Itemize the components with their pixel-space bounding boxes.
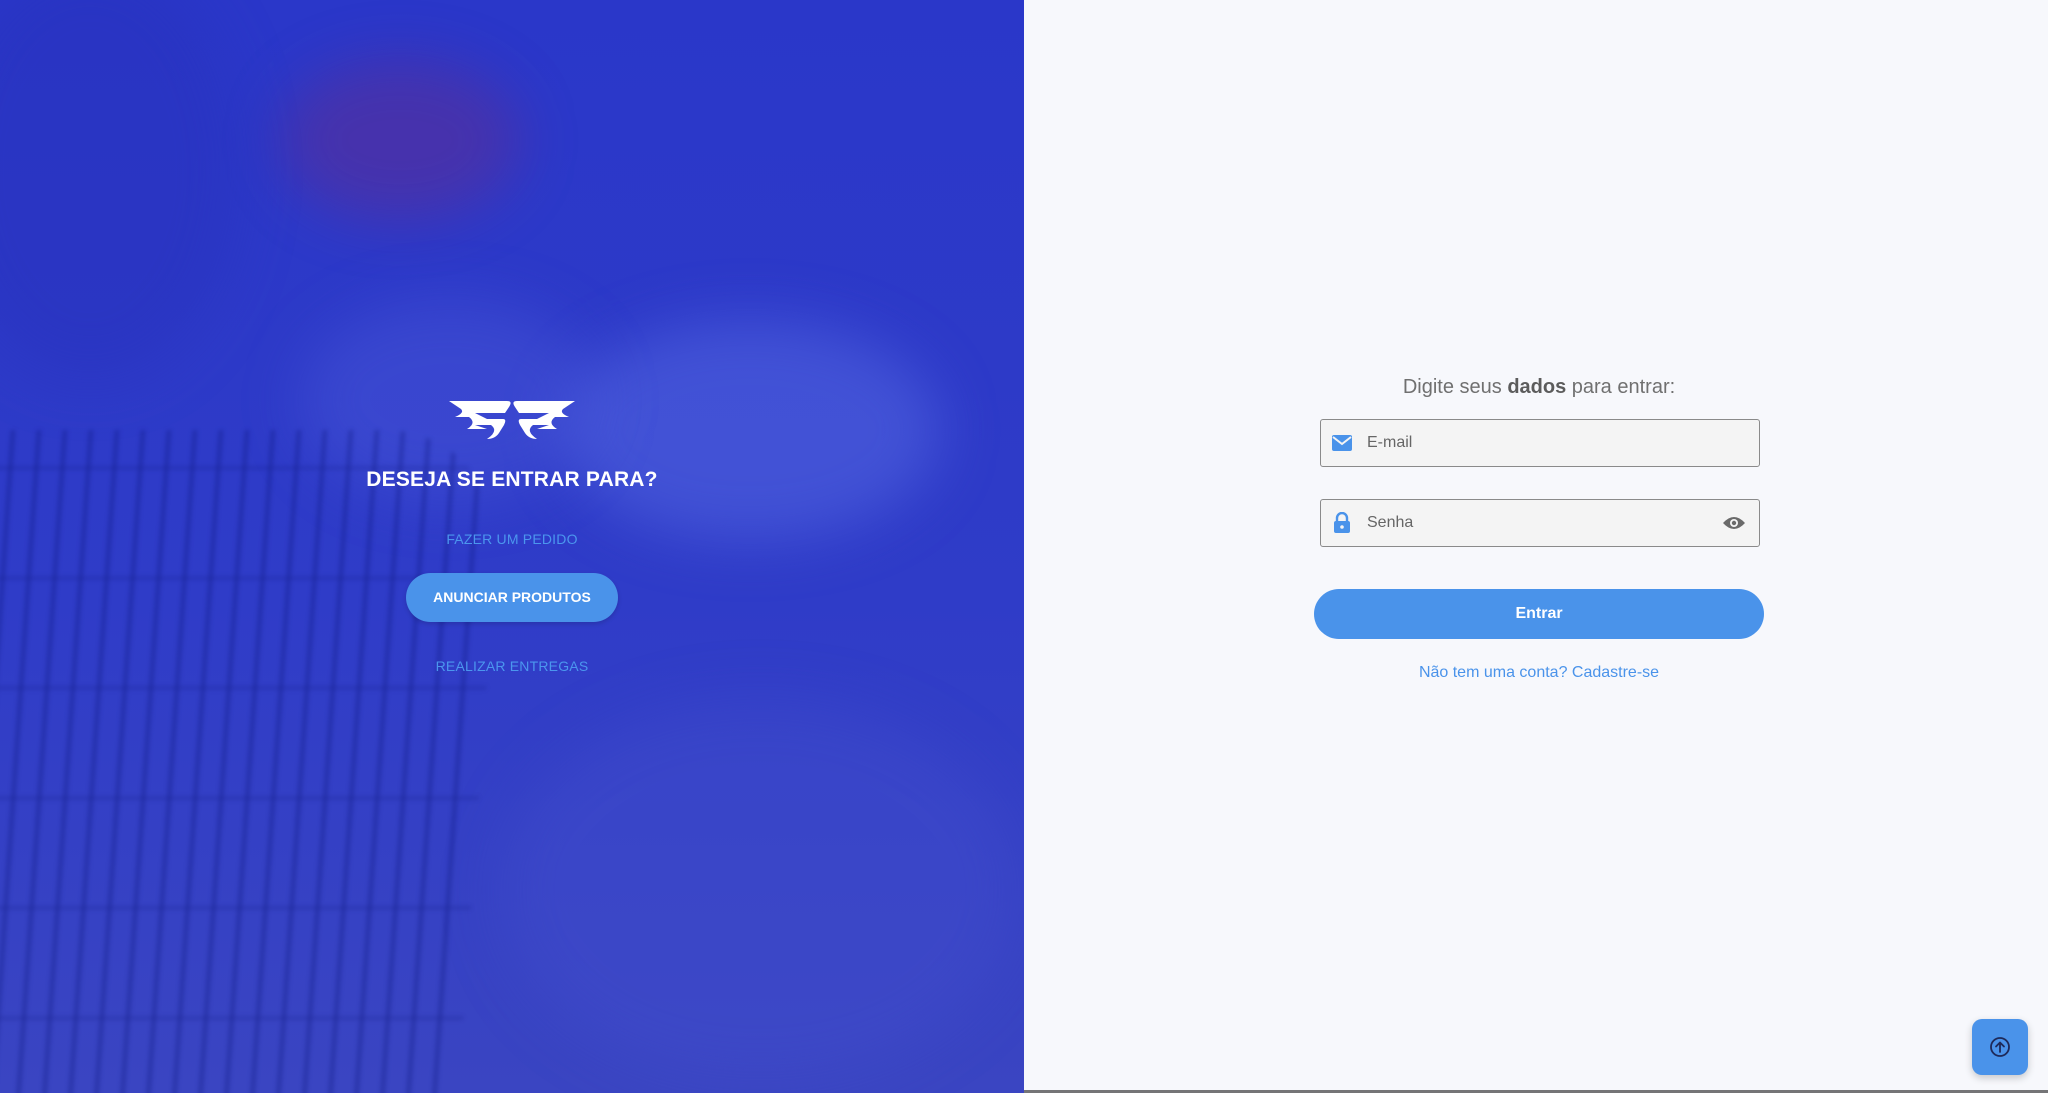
background-blur xyxy=(280,60,520,220)
login-form: Digite seus dados para entrar: Entrar Nã… xyxy=(1314,376,1764,682)
eye-icon[interactable] xyxy=(1721,510,1747,536)
password-field[interactable] xyxy=(1320,499,1760,547)
role-option-realizar-entregas[interactable]: REALIZAR ENTREGAS xyxy=(436,658,589,674)
email-field[interactable] xyxy=(1320,419,1760,467)
arrow-up-circle-icon xyxy=(1990,1037,2010,1057)
scroll-top-button[interactable] xyxy=(1972,1019,2028,1075)
role-heading: DESEJA SE ENTRAR PARA? xyxy=(366,468,658,491)
lock-icon xyxy=(1331,512,1353,534)
background-blur xyxy=(0,0,240,380)
wings-logo-icon xyxy=(449,401,575,439)
role-option-fazer-pedido[interactable]: FAZER UM PEDIDO xyxy=(446,531,577,547)
login-button[interactable]: Entrar xyxy=(1314,589,1764,639)
password-input[interactable] xyxy=(1365,502,1721,544)
signup-link[interactable]: Não tem uma conta? Cadastre-se xyxy=(1314,664,1764,682)
left-panel: DESEJA SE ENTRAR PARA? FAZER UM PEDIDO A… xyxy=(0,0,1024,1093)
login-prompt: Digite seus dados para entrar: xyxy=(1402,376,1676,398)
right-panel: Digite seus dados para entrar: Entrar Nã… xyxy=(1024,0,2048,1093)
role-option-anunciar-produtos[interactable]: ANUNCIAR PRODUTOS xyxy=(406,573,618,622)
email-input[interactable] xyxy=(1365,422,1759,464)
background-blur xyxy=(500,700,1020,1080)
mail-icon xyxy=(1331,432,1353,454)
role-selector: DESEJA SE ENTRAR PARA? FAZER UM PEDIDO A… xyxy=(0,395,1024,676)
